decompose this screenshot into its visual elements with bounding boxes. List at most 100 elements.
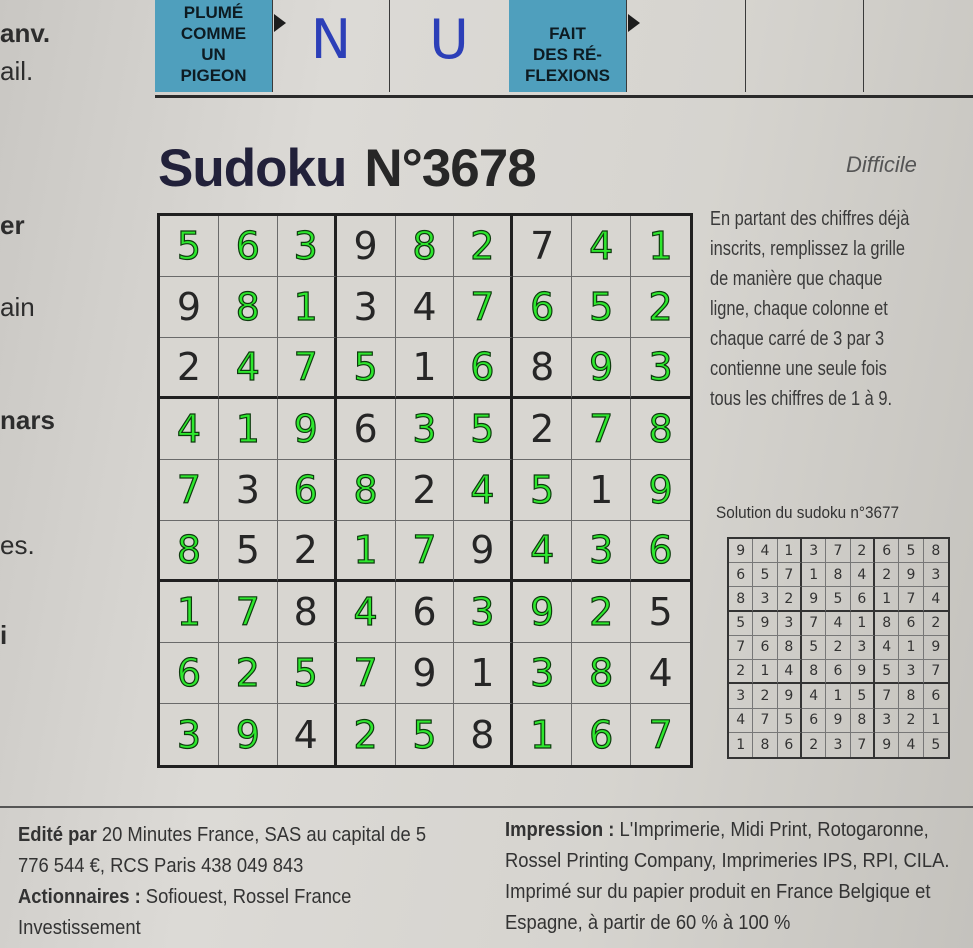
sudoku-cell[interactable]: 1: [277, 277, 337, 338]
solution-cell: 6: [802, 708, 827, 733]
sudoku-cell[interactable]: 3: [513, 643, 573, 704]
sudoku-cell[interactable]: 7: [454, 277, 514, 338]
sudoku-cell[interactable]: 5: [454, 399, 514, 460]
given-digit: 2: [530, 407, 555, 451]
sudoku-cell[interactable]: 3: [454, 582, 514, 643]
sudoku-cell[interactable]: 9: [631, 460, 690, 521]
sudoku-cell: 2: [513, 399, 573, 460]
crossword-clue-1: PLUMÉ COMME UN PIGEON: [155, 0, 286, 92]
crossword-letter-cell[interactable]: N: [273, 0, 390, 92]
sudoku-cell[interactable]: 8: [160, 521, 219, 582]
sudoku-cell[interactable]: 1: [513, 704, 573, 765]
filled-digit: 5: [588, 284, 614, 329]
sudoku-cell[interactable]: 5: [277, 643, 337, 704]
solution-cell: 7: [826, 539, 851, 564]
filled-digit: 1: [648, 223, 673, 268]
solution-cell: 9: [777, 684, 802, 709]
sudoku-cell[interactable]: 6: [218, 216, 278, 277]
sudoku-cell[interactable]: 3: [395, 399, 455, 460]
sudoku-cell[interactable]: 4: [454, 460, 514, 521]
sudoku-cell[interactable]: 7: [336, 643, 396, 704]
solution-cell: 8: [753, 732, 778, 757]
sudoku-cell[interactable]: 8: [631, 399, 690, 460]
sudoku-cell: 4: [278, 704, 337, 765]
sudoku-cell[interactable]: 2: [218, 643, 278, 704]
filled-digit: 3: [412, 406, 437, 451]
sudoku-cell[interactable]: 5: [513, 460, 573, 521]
sudoku-cell[interactable]: 2: [572, 582, 632, 643]
filled-digit: 1: [293, 284, 318, 329]
solution-cell: 5: [777, 708, 802, 733]
sudoku-cell[interactable]: 4: [336, 582, 396, 643]
solution-cell: 4: [777, 660, 802, 685]
clue-line: FAIT: [549, 24, 586, 43]
solution-cell: 4: [802, 684, 827, 709]
sudoku-cell[interactable]: 6: [277, 460, 337, 521]
sudoku-cell[interactable]: 4: [572, 216, 632, 277]
sudoku-cell[interactable]: 2: [337, 704, 396, 765]
sudoku-cell[interactable]: 8: [336, 460, 396, 521]
sudoku-cell[interactable]: 9: [513, 582, 573, 643]
sudoku-cell[interactable]: 4: [160, 399, 219, 460]
sudoku-cell: 4: [395, 277, 455, 338]
sudoku-cell[interactable]: 1: [160, 582, 219, 643]
sudoku-cell[interactable]: 8: [218, 277, 278, 338]
solution-cell: 4: [923, 587, 948, 612]
sudoku-cell[interactable]: 6: [513, 277, 573, 338]
solution-title: Solution du sudoku n°3677: [716, 503, 900, 522]
sudoku-cell[interactable]: 5: [160, 216, 219, 277]
solution-cell: 5: [931, 736, 941, 753]
sudoku-cell[interactable]: 7: [572, 399, 632, 460]
sudoku-cell: 1: [572, 460, 632, 521]
handwritten-letter: U: [429, 8, 469, 71]
sudoku-cell[interactable]: 6: [160, 643, 219, 704]
sudoku-cell[interactable]: 6: [572, 704, 632, 765]
filled-digit: 4: [470, 467, 495, 512]
sudoku-cell[interactable]: 2: [454, 216, 514, 277]
sudoku-cell[interactable]: 1: [336, 521, 396, 582]
sudoku-cell[interactable]: 7: [395, 521, 455, 582]
sudoku-cell[interactable]: 5: [396, 704, 455, 765]
filled-digit: 8: [648, 406, 673, 451]
crossword-empty-cell[interactable]: [745, 0, 864, 92]
given-digit: 1: [589, 468, 614, 512]
sudoku-cell[interactable]: 9: [277, 399, 337, 460]
solution-cell: 8: [777, 635, 802, 661]
crossword-empty-cell[interactable]: [863, 0, 971, 92]
sudoku-cell[interactable]: 2: [631, 277, 690, 338]
sudoku-cell[interactable]: 9: [572, 338, 632, 399]
sudoku-cell[interactable]: 3: [277, 216, 337, 277]
filled-digit: 7: [648, 712, 673, 757]
sudoku-cell[interactable]: 1: [631, 216, 690, 277]
given-digit: 5: [235, 528, 260, 572]
given-digit: 7: [530, 224, 555, 268]
crossword-empty-cell[interactable]: [627, 0, 746, 92]
sudoku-cell[interactable]: 6: [454, 338, 514, 399]
sudoku-cell[interactable]: 1: [218, 399, 278, 460]
sudoku-cell[interactable]: 7: [160, 460, 219, 521]
sudoku-cell: 8: [277, 582, 337, 643]
sudoku-cell[interactable]: 7: [218, 582, 278, 643]
solution-cell: 9: [753, 611, 778, 636]
solution-cell: 2: [753, 684, 778, 709]
sudoku-cell[interactable]: 5: [572, 277, 632, 338]
solution-cell: 1: [729, 732, 754, 757]
solution-cell: 3: [777, 611, 802, 636]
sudoku-cell[interactable]: 8: [395, 216, 455, 277]
sudoku-cell[interactable]: 5: [336, 338, 396, 399]
sudoku-cell[interactable]: 9: [219, 704, 278, 765]
solution-cell: 9: [899, 563, 924, 588]
sudoku-cell[interactable]: 8: [572, 643, 632, 704]
sudoku-cell[interactable]: 6: [631, 521, 690, 582]
filled-digit: 7: [588, 406, 614, 451]
sudoku-cell[interactable]: 7: [277, 338, 337, 399]
sudoku-cell[interactable]: 3: [160, 704, 219, 765]
sudoku-cell[interactable]: 7: [631, 704, 690, 765]
solution-cell: 3: [899, 660, 924, 685]
sudoku-cell[interactable]: 3: [572, 521, 632, 582]
crossword-letter-cell[interactable]: U: [389, 0, 510, 92]
sudoku-cell[interactable]: 3: [631, 338, 690, 399]
solution-cell: 8: [923, 539, 948, 564]
sudoku-cell[interactable]: 4: [218, 338, 278, 399]
sudoku-cell[interactable]: 4: [513, 521, 573, 582]
